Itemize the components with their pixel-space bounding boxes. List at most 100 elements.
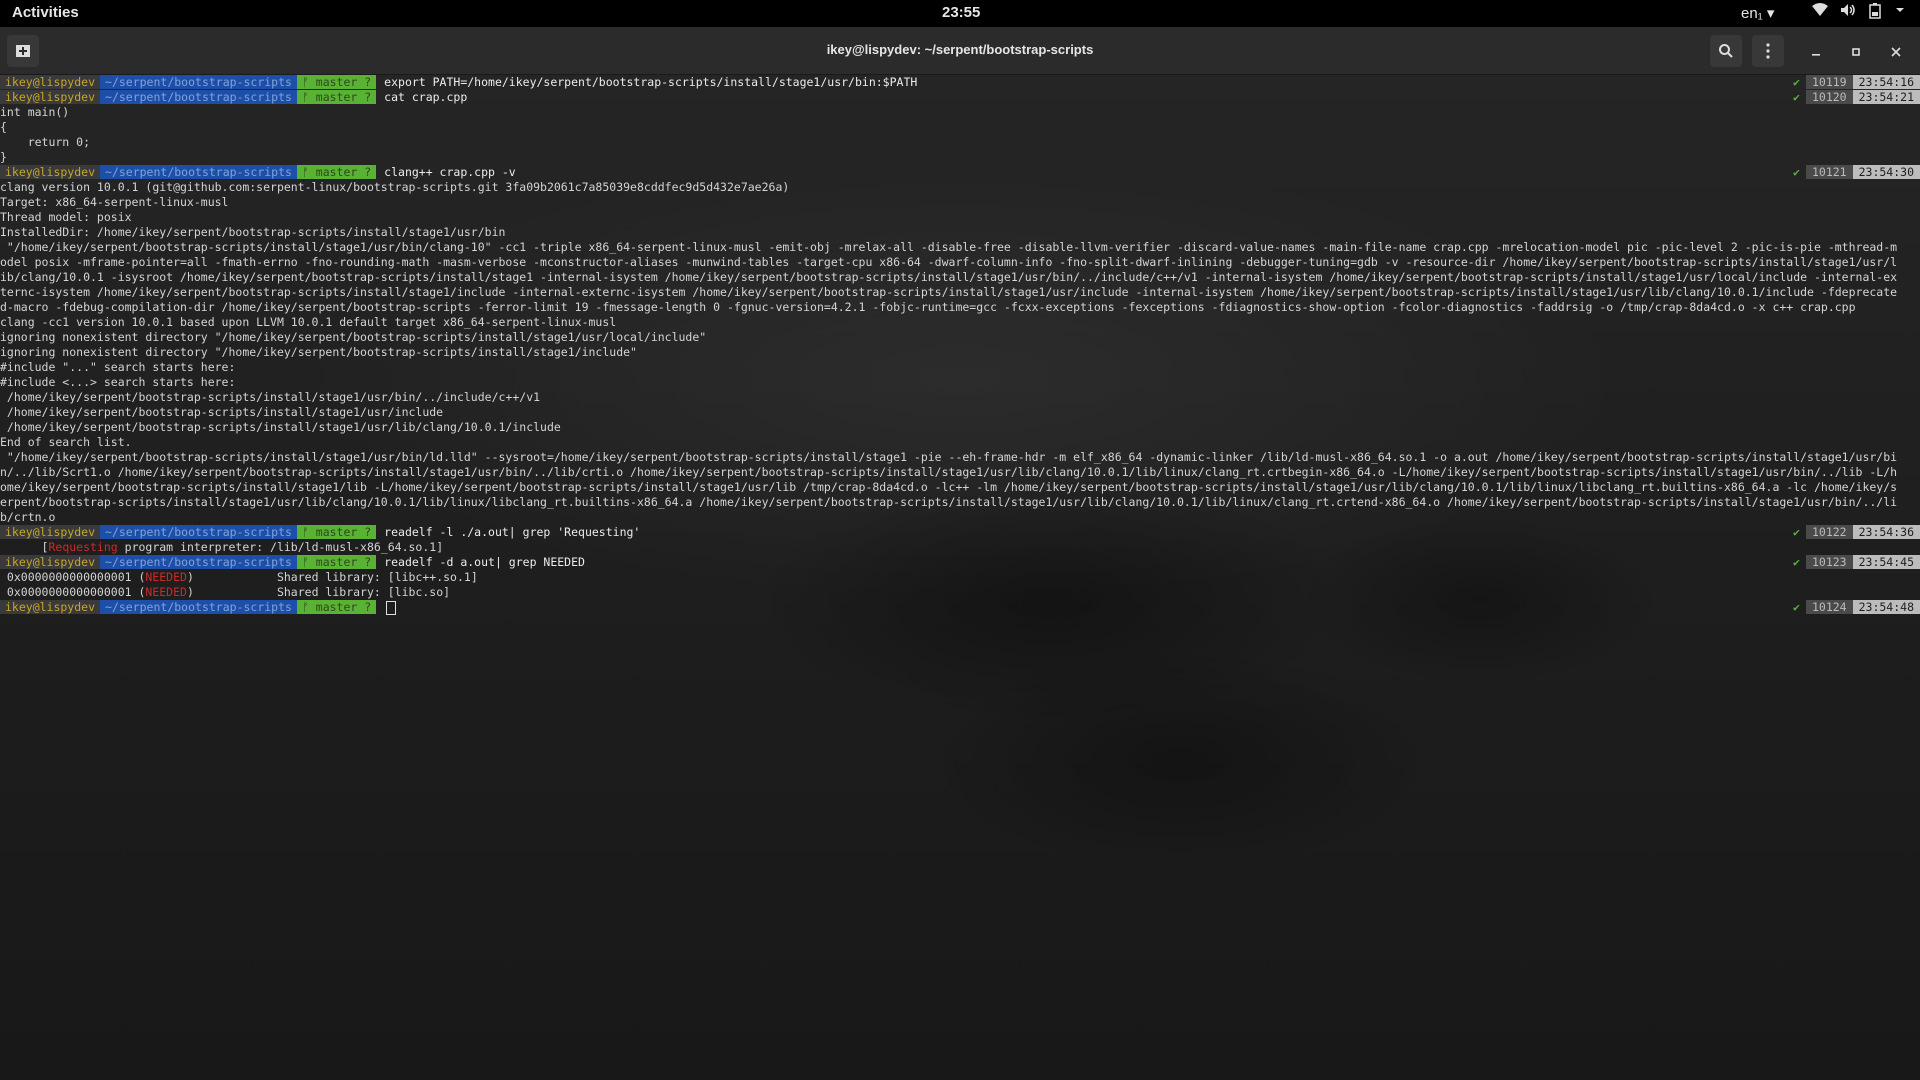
output-line: Target: x86_64-serpent-linux-musl — [0, 195, 1920, 210]
command-time: 23:54:36 — [1852, 525, 1920, 539]
prompt-line: ikey@lispydev ~/serpent/bootstrap-scripts… — [0, 75, 1920, 90]
output-line: #include "..." search starts here: — [0, 360, 1920, 375]
system-menu-icon[interactable] — [1895, 3, 1905, 20]
grep-match: Requesting — [48, 540, 118, 554]
prompt-git-branch: ᚠ master ? — [296, 75, 377, 89]
activities-button[interactable]: Activities — [12, 4, 79, 21]
output-line: InstalledDir: /home/ikey/serpent/bootstr… — [0, 225, 1920, 240]
output-text: ) Shared library: [libc++.so.1] — [186, 570, 478, 584]
output-line: Thread model: posix — [0, 210, 1920, 225]
output-text: clang version 10.0.1 (git@github.com:ser… — [0, 180, 790, 194]
output-text: #include "..." search starts here: — [0, 360, 236, 374]
command-time: 23:54:16 — [1852, 75, 1920, 89]
output-text: ternc-isystem /home/ikey/serpent/bootstr… — [0, 285, 1898, 299]
prompt-line: ikey@lispydev ~/serpent/bootstrap-scripts… — [0, 90, 1920, 105]
history-number: 10119 — [1805, 75, 1853, 89]
window-title: ikey@lispydev: ~/serpent/bootstrap-scrip… — [826, 42, 1094, 57]
grep-match: NEEDED — [145, 585, 187, 599]
status-ok-icon: ✔ — [1793, 555, 1800, 569]
output-text: ib/clang/10.0.1 -isysroot /home/ikey/ser… — [0, 270, 1898, 284]
history-number: 10120 — [1805, 90, 1853, 104]
output-line: /home/ikey/serpent/bootstrap-scripts/ins… — [0, 420, 1920, 435]
output-text: /home/ikey/serpent/bootstrap-scripts/ins… — [0, 390, 541, 404]
command-text: export PATH=/home/ikey/serpent/bootstrap… — [384, 75, 918, 89]
output-line: { — [0, 120, 1920, 135]
prompt-git-branch: ᚠ master ? — [296, 555, 377, 569]
output-text: [ — [0, 540, 49, 554]
command-time: 23:54:45 — [1852, 555, 1920, 569]
prompt-path: ~/serpent/bootstrap-scripts — [100, 75, 297, 89]
output-text: Thread model: posix — [0, 210, 132, 224]
output-line: 0x0000000000000001 (NEEDED) Shared libra… — [0, 585, 1920, 600]
prompt-git-branch: ᚠ master ? — [296, 525, 377, 539]
output-line: /home/ikey/serpent/bootstrap-scripts/ins… — [0, 405, 1920, 420]
output-text: odel posix -mframe-pointer=all -fmath-er… — [0, 255, 1898, 269]
output-line: n/../lib/Scrt1.o /home/ikey/serpent/boot… — [0, 465, 1920, 480]
output-line: odel posix -mframe-pointer=all -fmath-er… — [0, 255, 1920, 270]
right-prompt: ✔ 10122 23:54:36 — [1793, 525, 1920, 539]
output-text: /home/ikey/serpent/bootstrap-scripts/ins… — [0, 420, 561, 434]
close-icon[interactable] — [1880, 35, 1912, 67]
output-line: b/crtn.o — [0, 510, 1920, 525]
history-number: 10122 — [1805, 525, 1853, 539]
output-line: ib/clang/10.0.1 -isysroot /home/ikey/ser… — [0, 270, 1920, 285]
output-line: [Requesting program interpreter: /lib/ld… — [0, 540, 1920, 555]
output-text: InstalledDir: /home/ikey/serpent/bootstr… — [0, 225, 506, 239]
status-ok-icon: ✔ — [1793, 600, 1800, 614]
terminal-header-bar: ikey@lispydev: ~/serpent/bootstrap-scrip… — [0, 27, 1920, 75]
right-prompt: ✔ 10124 23:54:48 — [1793, 600, 1920, 614]
menu-icon[interactable] — [1752, 35, 1784, 67]
output-line: 0x0000000000000001 (NEEDED) Shared libra… — [0, 570, 1920, 585]
command-time: 23:54:48 — [1852, 600, 1920, 614]
prompt-line: ikey@lispydev ~/serpent/bootstrap-scripts… — [0, 600, 1920, 615]
clock[interactable]: 23:55 — [942, 4, 980, 21]
output-text: ignoring nonexistent directory "/home/ik… — [0, 345, 637, 359]
output-text: 0x0000000000000001 ( — [0, 585, 146, 599]
minimize-icon[interactable] — [1800, 35, 1832, 67]
prompt-path: ~/serpent/bootstrap-scripts — [100, 600, 297, 614]
prompt-user: ikey@lispydev — [0, 165, 101, 179]
output-line: } — [0, 150, 1920, 165]
output-line: ome/ikey/serpent/bootstrap-scripts/insta… — [0, 480, 1920, 495]
status-ok-icon: ✔ — [1793, 75, 1800, 89]
command-text: clang++ crap.cpp -v — [384, 165, 516, 179]
output-line: "/home/ikey/serpent/bootstrap-scripts/in… — [0, 240, 1920, 255]
output-text: ) Shared library: [libc.so] — [186, 585, 451, 599]
maximize-icon[interactable] — [1840, 35, 1872, 67]
output-line: ternc-isystem /home/ikey/serpent/bootstr… — [0, 285, 1920, 300]
output-line: erpent/bootstrap-scripts/install/stage1/… — [0, 495, 1920, 510]
prompt-user: ikey@lispydev — [0, 600, 101, 614]
volume-icon[interactable] — [1840, 3, 1856, 20]
output-text: d-macro -fdebug-compilation-dir /home/ik… — [0, 300, 1856, 314]
command-time: 23:54:21 — [1852, 90, 1920, 104]
command-text: cat crap.cpp — [384, 90, 468, 104]
status-ok-icon: ✔ — [1793, 165, 1800, 179]
prompt-user: ikey@lispydev — [0, 525, 101, 539]
output-line: End of search list. — [0, 435, 1920, 450]
output-text: erpent/bootstrap-scripts/install/stage1/… — [0, 495, 1898, 509]
battery-icon[interactable] — [1869, 3, 1881, 22]
output-text: /home/ikey/serpent/bootstrap-scripts/ins… — [0, 405, 444, 419]
terminal-output[interactable]: ikey@lispydev ~/serpent/bootstrap-scripts… — [0, 75, 1920, 1080]
search-icon[interactable] — [1710, 35, 1742, 67]
input-source-indicator[interactable]: en₁ ▾ — [1741, 4, 1774, 22]
output-text: return 0; — [0, 135, 91, 149]
command-text: readelf -l ./a.out| grep 'Requesting' — [384, 525, 641, 539]
output-text: ome/ikey/serpent/bootstrap-scripts/insta… — [0, 480, 1898, 494]
prompt-git-branch: ᚠ master ? — [296, 90, 377, 104]
output-text: End of search list. — [0, 435, 132, 449]
output-line: clang version 10.0.1 (git@github.com:ser… — [0, 180, 1920, 195]
output-line: #include <...> search starts here: — [0, 375, 1920, 390]
output-line: return 0; — [0, 135, 1920, 150]
output-text: { — [0, 120, 7, 134]
output-text: ignoring nonexistent directory "/home/ik… — [0, 330, 707, 344]
prompt-path: ~/serpent/bootstrap-scripts — [100, 165, 297, 179]
output-line: clang -cc1 version 10.0.1 based upon LLV… — [0, 315, 1920, 330]
right-prompt: ✔ 10123 23:54:45 — [1793, 555, 1920, 569]
prompt-line: ikey@lispydev ~/serpent/bootstrap-scripts… — [0, 525, 1920, 540]
right-prompt: ✔ 10120 23:54:21 — [1793, 90, 1920, 104]
wifi-icon[interactable] — [1812, 3, 1828, 20]
text-cursor — [386, 600, 397, 615]
output-line: d-macro -fdebug-compilation-dir /home/ik… — [0, 300, 1920, 315]
status-ok-icon: ✔ — [1793, 525, 1800, 539]
